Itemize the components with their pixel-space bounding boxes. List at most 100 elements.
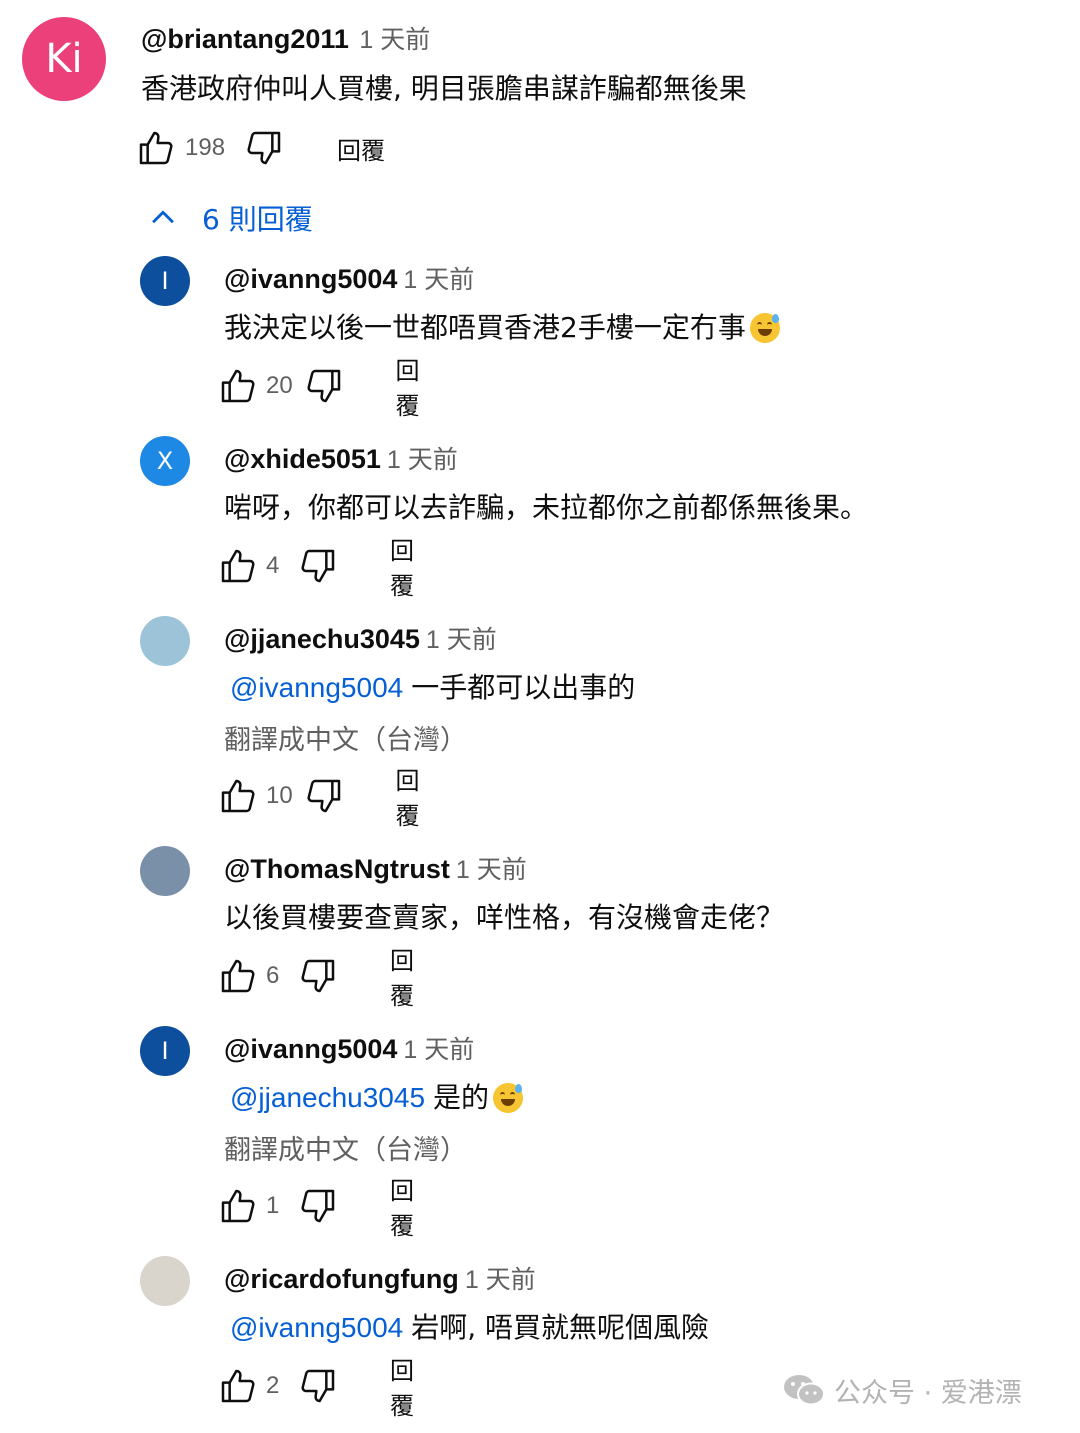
avatar-initials: I <box>161 267 169 295</box>
avatar[interactable]: I <box>140 1026 190 1076</box>
comment-text: 香港政府仲叫人買樓, 明目張膽串謀詐騙都無後果 <box>141 72 747 105</box>
thumbs-down-icon <box>301 959 335 993</box>
avatar[interactable] <box>140 616 190 666</box>
comment-actions: 4 回覆 <box>218 537 418 600</box>
comment-actions: 198 回覆 <box>135 126 385 170</box>
dislike-button[interactable] <box>304 775 344 817</box>
comment-author[interactable]: @ThomasNgtrust <box>224 854 450 884</box>
like-count: 10 <box>266 782 293 809</box>
reply-button[interactable]: 回覆 <box>390 531 418 601</box>
like-count: 6 <box>266 962 280 989</box>
comment-text-line: @jjanechu3045 是的 <box>224 1076 524 1116</box>
comment-text: 啱呀，你都可以去詐騙，未拉都你之前都係無後果。 <box>224 491 869 524</box>
comment-header: @xhide5051 1 天前 <box>224 440 458 476</box>
like-count: 1 <box>266 1192 280 1219</box>
reply-button[interactable]: 回覆 <box>390 941 418 1011</box>
comment-text: 以後買樓要查賣家，咩性格，有沒機會走佬？ <box>224 901 785 934</box>
thumbs-down-icon <box>301 1189 335 1223</box>
comment-author[interactable]: @xhide5051 <box>224 444 381 474</box>
thumbs-up-icon <box>221 369 255 403</box>
comment-header: @briantang2011 1 天前 <box>141 20 430 56</box>
dislike-button[interactable] <box>298 545 338 587</box>
like-count: 2 <box>266 1372 280 1399</box>
avatar[interactable] <box>140 846 190 896</box>
reply-button[interactable]: 回覆 <box>396 351 431 421</box>
comment-time[interactable]: 1 天前 <box>387 446 458 474</box>
comment-time[interactable]: 1 天前 <box>403 266 474 294</box>
comment-header: @ricardofungfung 1 天前 <box>224 1260 536 1296</box>
reply-button[interactable]: 回覆 <box>390 1171 418 1241</box>
comment-header: @ivanng5004 1 天前 <box>224 1030 474 1066</box>
comment-text: 岩啊, 唔買就無呢個風險 <box>411 1311 710 1344</box>
like-button[interactable] <box>135 127 177 169</box>
comment-author[interactable]: @ivanng5004 <box>224 264 397 294</box>
like-button[interactable] <box>218 545 258 587</box>
sweat-smile-emoji <box>749 313 780 343</box>
mention-link[interactable]: @jjanechu3045 <box>230 1082 425 1113</box>
like-button[interactable] <box>218 955 258 997</box>
reply-button[interactable]: 回覆 <box>396 761 431 831</box>
avatar[interactable]: I <box>140 256 190 306</box>
translate-link[interactable]: 翻譯成中文（台灣） <box>224 1128 467 1167</box>
mention-link[interactable]: @ivanng5004 <box>230 672 403 703</box>
avatar[interactable] <box>140 1256 190 1306</box>
like-button[interactable] <box>218 775 258 817</box>
comment-author[interactable]: @ivanng5004 <box>224 1034 397 1064</box>
watermark: 公众号 · 爱港漂 <box>782 1368 1022 1412</box>
thumbs-down-icon <box>307 369 340 403</box>
replies-toggle[interactable]: 6 則回覆 <box>146 196 313 240</box>
comment-header: @jjanechu3045 1 天前 <box>224 620 497 656</box>
avatar[interactable]: Ki <box>22 17 106 101</box>
watermark-text: 公众号 · 爱港漂 <box>834 1377 1022 1409</box>
comment-time[interactable]: 1 天前 <box>403 1036 474 1064</box>
comment-text-line: 啱呀，你都可以去詐騙，未拉都你之前都係無後果。 <box>224 486 868 526</box>
avatar-initials: I <box>161 1037 169 1065</box>
avatar-initials: X <box>156 447 174 475</box>
thumbs-up-icon <box>139 131 173 165</box>
reply-button[interactable]: 回覆 <box>337 131 385 166</box>
wechat-icon <box>784 1375 825 1406</box>
like-count: 20 <box>266 372 293 399</box>
reply-button[interactable]: 回覆 <box>390 1351 418 1421</box>
comment-actions: 2 回覆 <box>218 1357 418 1420</box>
comment-text-line: 我決定以後一世都唔買香港2手樓一定冇事 <box>224 306 780 346</box>
comment-time[interactable]: 1 天前 <box>465 1266 536 1294</box>
thumbs-up-icon <box>221 959 255 993</box>
like-count: 198 <box>185 134 226 161</box>
like-button[interactable] <box>218 1185 258 1227</box>
comment-text: 我決定以後一世都唔買香港2手樓一定冇事 <box>224 311 746 344</box>
mention-link[interactable]: @ivanng5004 <box>230 1312 403 1343</box>
comment-author[interactable]: @jjanechu3045 <box>224 624 420 654</box>
dislike-button[interactable] <box>298 955 338 997</box>
comment-text-line: @ivanng5004 岩啊, 唔買就無呢個風險 <box>224 1306 709 1346</box>
comment-author[interactable]: @ricardofungfung <box>224 1264 459 1294</box>
comment-text-line: @ivanng5004 一手都可以出事的 <box>224 666 635 706</box>
avatar-initials: Ki <box>45 36 83 82</box>
comment-header: @ThomasNgtrust 1 天前 <box>224 850 527 886</box>
thumbs-down-icon <box>247 131 281 165</box>
comment-actions: 6 回覆 <box>218 947 418 1010</box>
replies-count-label: 6 則回覆 <box>202 203 313 236</box>
comment-time[interactable]: 1 天前 <box>359 26 430 54</box>
comment-time[interactable]: 1 天前 <box>456 856 527 884</box>
thumbs-up-icon <box>221 779 255 813</box>
dislike-button[interactable] <box>298 1365 338 1407</box>
comment-header: @ivanng5004 1 天前 <box>224 260 474 296</box>
comment-author[interactable]: @briantang2011 <box>141 24 349 54</box>
thumbs-down-icon <box>301 1369 335 1403</box>
dislike-button[interactable] <box>243 127 285 169</box>
dislike-button[interactable] <box>304 365 344 407</box>
chevron-up-icon <box>152 210 174 224</box>
thumbs-down-icon <box>301 549 335 583</box>
like-button[interactable] <box>218 365 258 407</box>
comment-time[interactable]: 1 天前 <box>426 626 497 654</box>
dislike-button[interactable] <box>298 1185 338 1227</box>
comment-actions: 1 回覆 <box>218 1177 418 1240</box>
comment-actions: 20 回覆 <box>218 357 431 420</box>
like-button[interactable] <box>218 1365 258 1407</box>
avatar[interactable]: X <box>140 436 190 486</box>
comment-text: 是的 <box>433 1081 490 1114</box>
like-count: 4 <box>266 552 280 579</box>
translate-link[interactable]: 翻譯成中文（台灣） <box>224 718 467 757</box>
thumbs-up-icon <box>221 549 255 583</box>
